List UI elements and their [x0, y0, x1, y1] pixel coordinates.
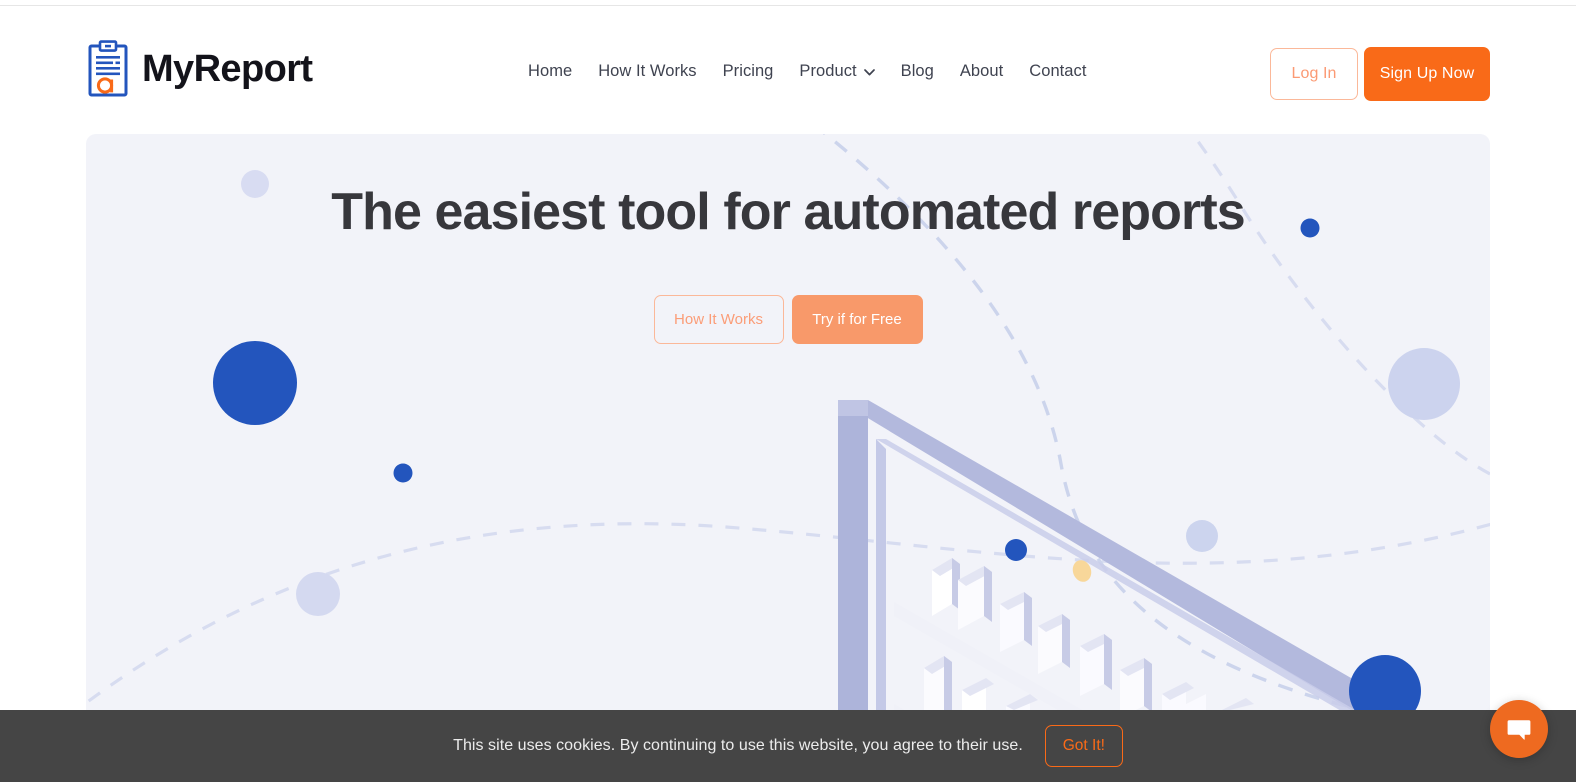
header-actions: Log In Sign Up Now: [1270, 47, 1490, 101]
nav-item-label: Contact: [1029, 62, 1087, 80]
chevron-down-icon: [863, 69, 875, 76]
decor-circle-md-right: [1388, 348, 1460, 420]
clipboard-report-icon: [88, 40, 128, 97]
nav-item-label: Product: [799, 62, 857, 80]
decor-circle-large-blue: [213, 341, 297, 425]
chat-widget-button[interactable]: [1490, 700, 1548, 758]
isometric-bookshelf-illustration: [838, 400, 1407, 710]
cookie-message: This site uses cookies. By continuing to…: [453, 737, 1023, 754]
nav-item-label: About: [959, 62, 1004, 80]
nav-item-label: Blog: [900, 62, 934, 80]
hero-title: The easiest tool for automated reports: [331, 183, 1245, 241]
nav-item-pricing[interactable]: Pricing: [710, 58, 787, 85]
hero-cta-group: How It Works Try if for Free: [86, 294, 1490, 344]
chat-bubble-icon: [1507, 720, 1531, 740]
hero-section: The easiest tool for automated reports H…: [86, 134, 1490, 710]
nav-item-about[interactable]: About: [947, 58, 1016, 85]
decor-dot-yellow: [1072, 560, 1092, 582]
nav-item-blog[interactable]: Blog: [888, 58, 947, 85]
log-in-button[interactable]: Log In: [1270, 48, 1358, 100]
dashed-arc-left: [86, 522, 1490, 706]
nav-item-home[interactable]: Home: [515, 58, 585, 85]
try-it-for-free-button[interactable]: Try if for Free: [791, 294, 923, 344]
decor-circle-sm-2: [296, 572, 340, 616]
decor-circle-sm-3: [1186, 520, 1218, 552]
decor-dot-1: [393, 463, 413, 483]
cookie-consent-bar: This site uses cookies. By continuing to…: [0, 710, 1576, 782]
nav-item-label: Home: [528, 62, 573, 80]
cookie-accept-button[interactable]: Got It!: [1044, 725, 1123, 767]
nav-item-label: How It Works: [598, 62, 697, 80]
decor-dot-3: [1005, 539, 1027, 561]
page-root: MyReport Home How It Works Pricing Produ…: [0, 0, 1576, 782]
nav-item-how-it-works[interactable]: How It Works: [585, 58, 709, 85]
decor-circle-bottom-blue: [1349, 655, 1421, 710]
brand-name: MyReport: [142, 48, 313, 90]
main-navigation: Home How It Works Pricing Product Blog A…: [515, 58, 1099, 85]
nav-item-product[interactable]: Product: [786, 58, 887, 85]
nav-item-contact[interactable]: Contact: [1016, 58, 1099, 85]
brand-logo[interactable]: MyReport: [86, 40, 313, 98]
hero-content: The easiest tool for automated reports H…: [86, 134, 1490, 344]
how-it-works-button[interactable]: How It Works: [653, 294, 784, 344]
site-header: MyReport Home How It Works Pricing Produ…: [0, 6, 1576, 128]
sign-up-now-button[interactable]: Sign Up Now: [1364, 47, 1490, 101]
nav-item-label: Pricing: [722, 62, 774, 80]
